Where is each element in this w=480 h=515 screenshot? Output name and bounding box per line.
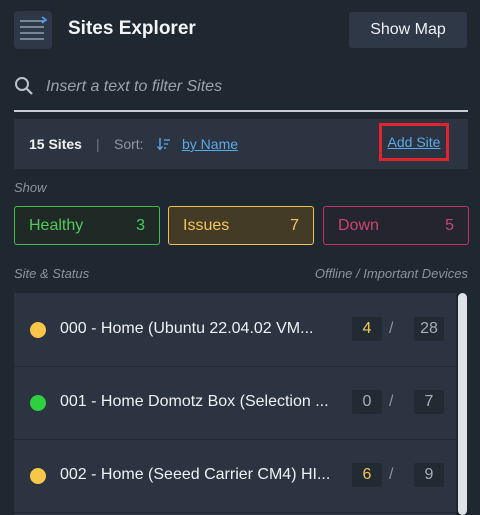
filter-healthy-label: Healthy bbox=[29, 216, 84, 234]
search-bar bbox=[14, 66, 468, 112]
sort-by-name-link[interactable]: by Name bbox=[182, 136, 238, 152]
sites-toolbar: 15 Sites | Sort: by Name Add Site bbox=[14, 119, 468, 169]
status-dot bbox=[30, 468, 46, 484]
sort-ascending-icon[interactable] bbox=[157, 136, 173, 152]
sites-explorer-page: Sites Explorer Show Map 15 Sites | Sort:… bbox=[0, 0, 480, 515]
site-count: 15 Sites bbox=[29, 136, 82, 152]
filter-down[interactable]: Down 5 bbox=[323, 206, 469, 245]
filter-issues-count: 7 bbox=[290, 216, 299, 234]
important-devices-count: 7 bbox=[414, 390, 444, 414]
site-row[interactable]: 001 - Home Domotz Box (Selection ... 0 /… bbox=[14, 366, 456, 440]
add-site-button[interactable]: Add Site bbox=[379, 123, 449, 161]
page-title: Sites Explorer bbox=[68, 18, 196, 39]
collapse-menu-icon bbox=[20, 16, 48, 40]
column-header-devices: Offline / Important Devices bbox=[314, 266, 468, 281]
filter-down-label: Down bbox=[338, 216, 379, 234]
filter-healthy[interactable]: Healthy 3 bbox=[14, 206, 160, 245]
filter-issues-label: Issues bbox=[183, 216, 230, 234]
important-devices-count: 9 bbox=[414, 463, 444, 487]
search-input[interactable] bbox=[44, 72, 468, 102]
filter-healthy-count: 3 bbox=[136, 216, 145, 234]
count-separator: / bbox=[389, 466, 394, 483]
offline-devices-count: 6 bbox=[352, 463, 382, 487]
status-dot bbox=[30, 322, 46, 338]
column-header-site-status: Site & Status bbox=[14, 266, 90, 281]
important-devices-count: 28 bbox=[414, 317, 444, 341]
count-separator: / bbox=[389, 320, 394, 337]
site-name: 000 - Home (Ubuntu 22.04.02 VM... bbox=[60, 320, 314, 337]
count-separator: / bbox=[389, 393, 394, 410]
site-name: 002 - Home (Seeed Carrier CM4) HI... bbox=[60, 466, 331, 483]
show-filter-label: Show bbox=[14, 180, 47, 195]
filter-issues[interactable]: Issues 7 bbox=[168, 206, 314, 245]
search-icon bbox=[15, 77, 33, 95]
list-scrollbar-thumb[interactable] bbox=[458, 293, 467, 515]
site-row[interactable]: 000 - Home (Ubuntu 22.04.02 VM... 4 / 28 bbox=[14, 293, 456, 367]
show-map-button[interactable]: Show Map bbox=[349, 12, 467, 48]
offline-devices-count: 0 bbox=[352, 390, 382, 414]
filter-down-count: 5 bbox=[445, 216, 454, 234]
menu-button[interactable] bbox=[14, 11, 52, 49]
header: Sites Explorer Show Map bbox=[0, 0, 480, 60]
sites-list: 000 - Home (Ubuntu 22.04.02 VM... 4 / 28… bbox=[14, 293, 456, 515]
site-row[interactable]: 002 - Home (Seeed Carrier CM4) HI... 6 /… bbox=[14, 439, 456, 513]
offline-devices-count: 4 bbox=[352, 317, 382, 341]
site-name: 001 - Home Domotz Box (Selection ... bbox=[60, 393, 329, 410]
toolbar-divider: | bbox=[96, 136, 100, 152]
sort-label: Sort: bbox=[114, 136, 144, 152]
status-dot bbox=[30, 395, 46, 411]
